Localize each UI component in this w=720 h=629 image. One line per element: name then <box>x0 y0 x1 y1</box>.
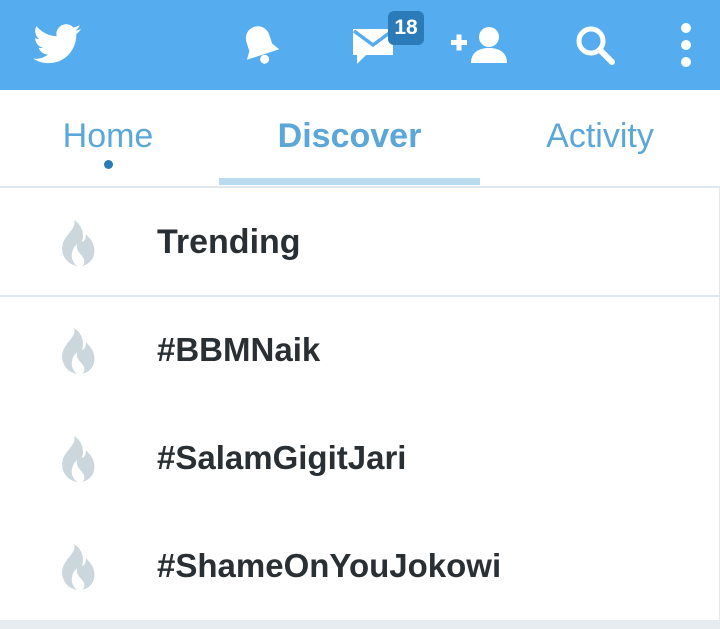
trend-item[interactable]: #BBMNaik <box>0 296 719 404</box>
overflow-menu-icon[interactable] <box>670 0 702 90</box>
list-bottom-border <box>0 620 720 629</box>
trend-item[interactable]: #SalamGigitJari <box>0 404 719 512</box>
tab-home[interactable]: Home <box>40 90 176 186</box>
messages-count-badge: 18 <box>388 11 424 45</box>
trend-label: #ShameOnYouJokowi <box>157 547 502 584</box>
trend-item[interactable]: #ShameOnYouJokowi <box>0 512 719 620</box>
flame-icon <box>62 328 95 374</box>
bell-icon[interactable] <box>235 0 285 90</box>
tab-activity[interactable]: Activity <box>510 90 690 186</box>
trend-label: #SalamGigitJari <box>157 439 407 476</box>
tab-activity-label: Activity <box>546 117 654 155</box>
tab-bar: Home Discover Activity <box>0 90 720 188</box>
unread-indicator-dot <box>104 160 113 169</box>
flame-icon <box>62 436 95 482</box>
trending-section-title: Trending <box>157 223 301 261</box>
twitter-bird-icon[interactable] <box>22 0 92 90</box>
tab-home-label: Home <box>62 117 154 155</box>
trends-list: Trending #BBMNaik #SalamGigitJari #Shame… <box>0 188 720 620</box>
flame-icon <box>62 220 95 266</box>
add-user-icon[interactable] <box>448 0 512 90</box>
tab-discover[interactable]: Discover <box>219 90 480 186</box>
trend-label: #BBMNaik <box>157 331 321 368</box>
flame-icon <box>62 544 95 590</box>
search-icon[interactable] <box>572 0 618 90</box>
tab-discover-label: Discover <box>277 117 422 155</box>
top-app-bar: 18 <box>0 0 720 90</box>
active-tab-indicator <box>219 178 480 185</box>
trending-header[interactable]: Trending <box>0 188 719 297</box>
